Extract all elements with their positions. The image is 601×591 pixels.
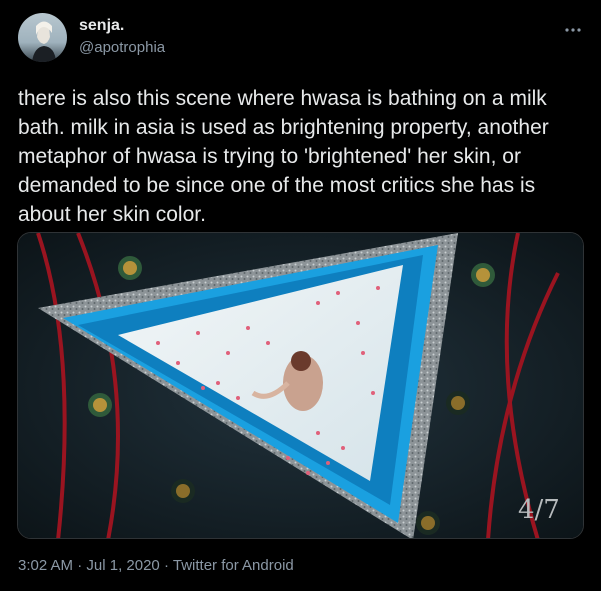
tweet-source[interactable]: Twitter for Android	[173, 557, 294, 574]
tweet: senja. @apotrophia there is also this sc…	[0, 0, 601, 591]
avatar-image	[18, 13, 67, 62]
tweet-text: there is also this scene where hwasa is …	[18, 87, 549, 226]
more-options-icon[interactable]	[560, 20, 586, 40]
display-name[interactable]: senja.	[79, 17, 124, 35]
image-watermark: 4/7	[518, 495, 560, 525]
user-handle[interactable]: @apotrophia	[79, 39, 165, 56]
meta-separator: ·	[77, 557, 83, 574]
milk-bath-photo: 4/7	[18, 233, 583, 538]
tweet-date[interactable]: Jul 1, 2020	[86, 557, 159, 574]
tweet-time[interactable]: 3:02 AM	[18, 557, 73, 574]
meta-separator-2: ·	[163, 557, 169, 574]
tweet-image[interactable]: 4/7	[17, 232, 584, 539]
user-avatar[interactable]	[18, 13, 67, 62]
tweet-meta: 3:02 AM · Jul 1, 2020 · Twitter for Andr…	[18, 557, 294, 574]
